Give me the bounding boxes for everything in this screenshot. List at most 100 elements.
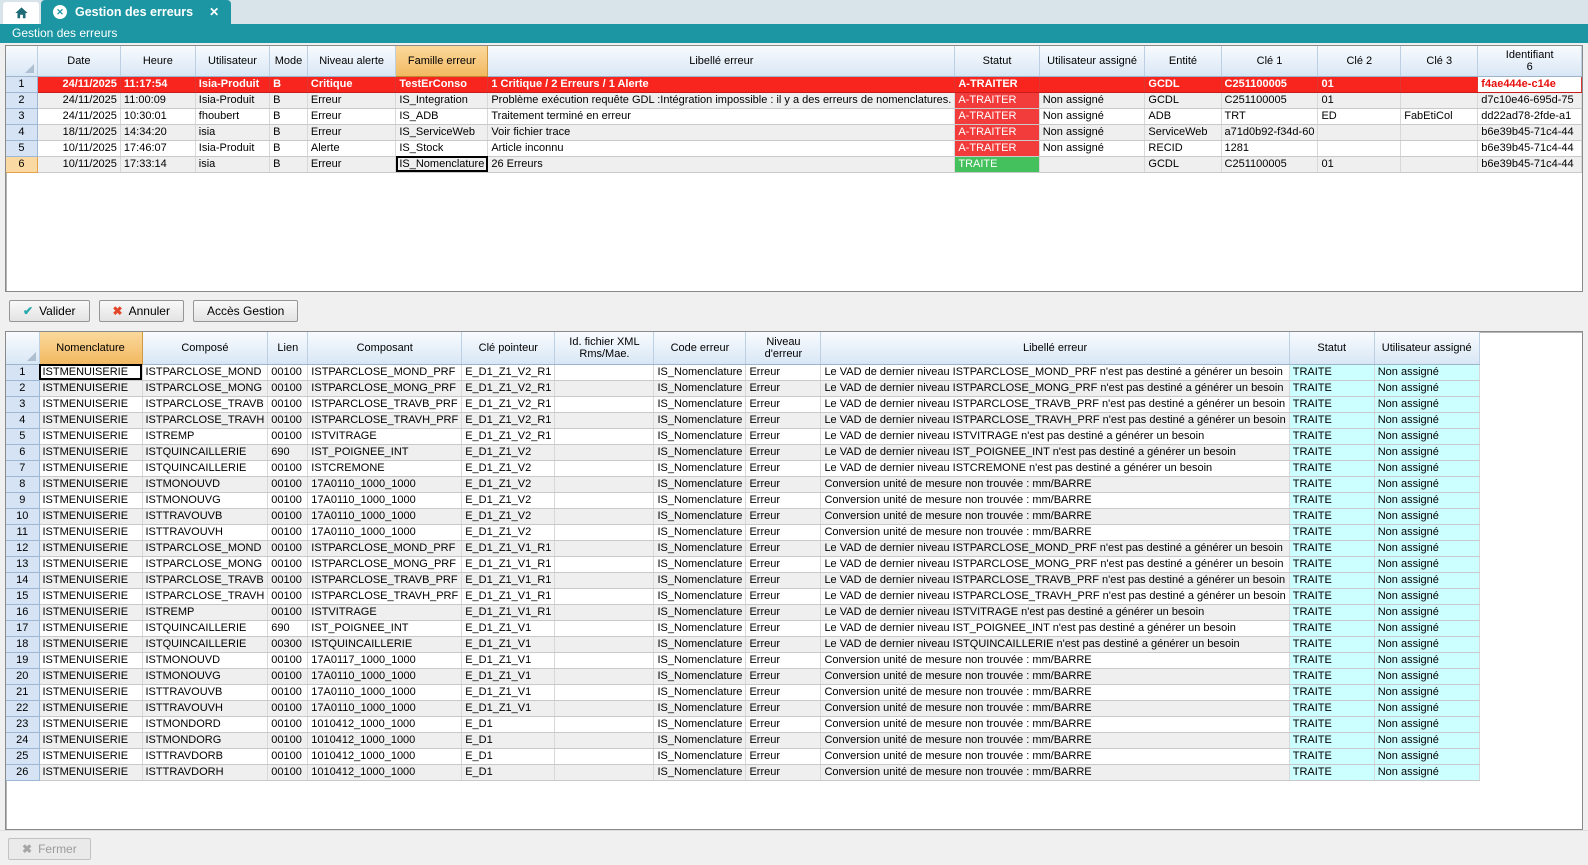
cell[interactable]: E_D1_Z1_V2 xyxy=(462,460,555,476)
cell[interactable]: B xyxy=(270,76,308,92)
cell[interactable]: RECID xyxy=(1145,140,1221,156)
cell[interactable]: 01 xyxy=(1318,92,1401,108)
cell[interactable]: Non assigné xyxy=(1374,540,1479,556)
row-number[interactable]: 4 xyxy=(6,412,39,428)
table-row[interactable]: 12ISTMENUISERIEISTPARCLOSE_MOND00100ISTP… xyxy=(6,540,1479,556)
cell[interactable]: IS_Nomenclature xyxy=(654,620,746,636)
cell[interactable]: Conversion unité de mesure non trouvée :… xyxy=(821,764,1289,780)
row-number[interactable]: 3 xyxy=(6,396,39,412)
cell[interactable] xyxy=(1401,140,1478,156)
cell[interactable] xyxy=(555,636,654,652)
annuler-button[interactable]: ✖ Annuler xyxy=(99,300,184,322)
cell[interactable]: Conversion unité de mesure non trouvée :… xyxy=(821,476,1289,492)
cell[interactable]: 1010412_1000_1000 xyxy=(308,764,462,780)
table-row[interactable]: 26ISTMENUISERIEISTTRAVDORH001001010412_1… xyxy=(6,764,1479,780)
cell[interactable]: ISTPARCLOSE_MONG_PRF xyxy=(308,556,462,572)
cell[interactable]: Erreur xyxy=(746,444,821,460)
cell[interactable]: B xyxy=(270,108,308,124)
cell[interactable]: E_D1_Z1_V1_R1 xyxy=(462,572,555,588)
row-number[interactable]: 24 xyxy=(6,732,39,748)
row-number[interactable]: 13 xyxy=(6,556,39,572)
cell[interactable]: 00100 xyxy=(268,428,308,444)
column-header-mode[interactable]: Mode xyxy=(270,46,308,76)
cell[interactable]: ISTMENUISERIE xyxy=(39,444,142,460)
row-number[interactable]: 22 xyxy=(6,700,39,716)
column-header-lien[interactable]: Lien xyxy=(268,332,308,364)
cell[interactable]: f4ae444e-c14e xyxy=(1478,76,1582,92)
cell[interactable]: Le VAD de dernier niveau IST_POIGNEE_INT… xyxy=(821,620,1289,636)
cell[interactable]: Traitement terminé en erreur xyxy=(488,108,955,124)
cell[interactable]: 1010412_1000_1000 xyxy=(308,748,462,764)
cell[interactable]: ISTTRAVOUVH xyxy=(142,524,268,540)
cell[interactable]: E_D1_Z1_V2 xyxy=(462,508,555,524)
column-header-identifiant-6[interactable]: Identifiant 6 xyxy=(1478,46,1582,76)
cell[interactable]: Le VAD de dernier niveau ISTPARCLOSE_TRA… xyxy=(821,396,1289,412)
cell[interactable]: E_D1_Z1_V1 xyxy=(462,652,555,668)
cell[interactable]: IS_Nomenclature xyxy=(654,732,746,748)
row-number[interactable]: 5 xyxy=(6,140,37,156)
cell[interactable]: 00100 xyxy=(268,364,308,380)
row-number[interactable]: 1 xyxy=(6,364,39,380)
cell[interactable]: ISTPARCLOSE_TRAVB_PRF xyxy=(308,396,462,412)
table-row[interactable]: 418/11/202514:34:20isiaBErreurIS_Service… xyxy=(6,124,1582,140)
cell[interactable]: E_D1_Z1_V2_R1 xyxy=(462,396,555,412)
cell[interactable]: Le VAD de dernier niveau ISTPARCLOSE_TRA… xyxy=(821,588,1289,604)
tab-gestion-des-erreurs[interactable]: ✕ Gestion des erreurs ✕ xyxy=(41,0,231,24)
cell[interactable]: TRAITE xyxy=(1289,444,1374,460)
cell[interactable]: ISTPARCLOSE_TRAVH xyxy=(142,412,268,428)
cell[interactable]: ISTQUINCAILLERIE xyxy=(142,460,268,476)
cell[interactable]: 11:00:09 xyxy=(120,92,195,108)
cell[interactable]: ISTMENUISERIE xyxy=(39,508,142,524)
table-row[interactable]: 610/11/202517:33:14isiaBErreurIS_Nomencl… xyxy=(6,156,1582,172)
cell[interactable]: Non assigné xyxy=(1374,684,1479,700)
cell[interactable]: ISTTRAVDORH xyxy=(142,764,268,780)
cell[interactable]: TRAITE xyxy=(1289,540,1374,556)
cell[interactable]: Non assigné xyxy=(1374,620,1479,636)
cell[interactable]: IS_Nomenclature xyxy=(654,556,746,572)
cell[interactable]: Le VAD de dernier niveau ISTCREMONE n'es… xyxy=(821,460,1289,476)
cell[interactable]: Conversion unité de mesure non trouvée :… xyxy=(821,508,1289,524)
column-header-cl-2[interactable]: Clé 2 xyxy=(1318,46,1401,76)
cell[interactable] xyxy=(1318,124,1401,140)
cell[interactable]: Erreur xyxy=(307,156,395,172)
column-header-niveau-d-erreur[interactable]: Niveau d'erreur xyxy=(746,332,821,364)
cell[interactable]: ISTMENUISERIE xyxy=(39,428,142,444)
cell[interactable]: Voir fichier trace xyxy=(488,124,955,140)
cell[interactable]: TRAITE xyxy=(1289,476,1374,492)
error-details-grid[interactable]: NomenclatureComposéLienComposantClé poin… xyxy=(5,331,1583,830)
cell[interactable]: Le VAD de dernier niveau ISTPARCLOSE_TRA… xyxy=(821,412,1289,428)
table-row[interactable]: 22ISTMENUISERIEISTTRAVOUVH0010017A0110_1… xyxy=(6,700,1479,716)
cell[interactable]: IS_Nomenclature xyxy=(654,636,746,652)
cell[interactable]: ISTQUINCAILLERIE xyxy=(142,620,268,636)
cell[interactable]: B xyxy=(270,92,308,108)
cell[interactable]: A-TRAITER xyxy=(955,76,1039,92)
cell[interactable]: ISTMENUISERIE xyxy=(39,684,142,700)
column-header-utilisateur-assign[interactable]: Utilisateur assigné xyxy=(1039,46,1145,76)
cell[interactable]: Erreur xyxy=(746,476,821,492)
cell[interactable] xyxy=(555,556,654,572)
cell[interactable]: ISTMONOUVD xyxy=(142,652,268,668)
cell[interactable]: 00100 xyxy=(268,524,308,540)
cell[interactable]: TRAITE xyxy=(1289,572,1374,588)
cell[interactable]: 00100 xyxy=(268,380,308,396)
cell[interactable]: ISTQUINCAILLERIE xyxy=(142,636,268,652)
row-number[interactable]: 5 xyxy=(6,428,39,444)
cell[interactable]: 01 xyxy=(1318,156,1401,172)
row-number[interactable]: 4 xyxy=(6,124,37,140)
cell[interactable]: Erreur xyxy=(746,540,821,556)
cell[interactable]: E_D1_Z1_V2_R1 xyxy=(462,364,555,380)
cell[interactable]: 01 xyxy=(1318,76,1401,92)
cell[interactable] xyxy=(555,492,654,508)
tab-close-icon[interactable]: ✕ xyxy=(209,5,219,19)
cell[interactable] xyxy=(555,716,654,732)
cell[interactable]: ISTMENUISERIE xyxy=(39,492,142,508)
table-row[interactable]: 18ISTMENUISERIEISTQUINCAILLERIE00300ISTQ… xyxy=(6,636,1479,652)
table-row[interactable]: 13ISTMENUISERIEISTPARCLOSE_MONG00100ISTP… xyxy=(6,556,1479,572)
cell[interactable]: Le VAD de dernier niveau ISTVITRAGE n'es… xyxy=(821,604,1289,620)
cell[interactable]: d7c10e46-695d-75 xyxy=(1478,92,1582,108)
cell[interactable]: Le VAD de dernier niveau ISTPARCLOSE_TRA… xyxy=(821,572,1289,588)
cell[interactable] xyxy=(1401,76,1478,92)
cell[interactable]: IS_Nomenclature xyxy=(654,684,746,700)
cell[interactable]: Non assigné xyxy=(1374,668,1479,684)
cell[interactable]: IS_Nomenclature xyxy=(654,396,746,412)
